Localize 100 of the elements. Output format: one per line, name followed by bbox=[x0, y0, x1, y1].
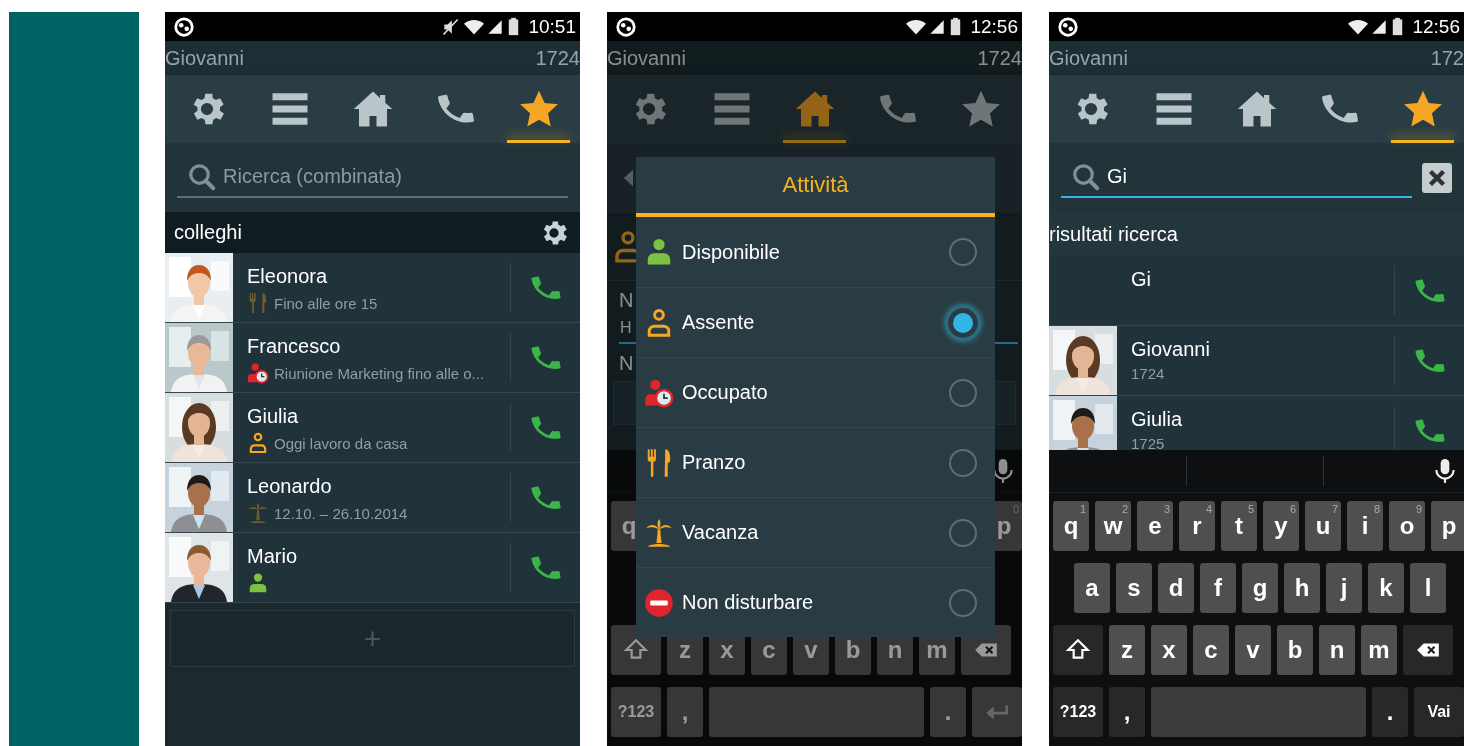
contact-row[interactable]: Francesco Riunione Marketing fino alle o... bbox=[165, 323, 580, 393]
field-label: N bbox=[618, 288, 635, 312]
extension-number: 1724 bbox=[977, 46, 1022, 70]
signal-icon bbox=[1371, 17, 1388, 36]
palm-tree-icon bbox=[247, 502, 269, 524]
status-note: Fino alle ore 15 bbox=[274, 294, 378, 312]
contact-name: Eleonora bbox=[247, 265, 329, 288]
status-time: 12:56 bbox=[970, 15, 1018, 38]
keyboard-key[interactable]: m bbox=[1361, 625, 1397, 675]
extension-number: 1724 bbox=[535, 46, 580, 70]
key-hint: 1 bbox=[1079, 503, 1086, 515]
status-note: 1725 bbox=[1131, 435, 1165, 450]
radio-button[interactable] bbox=[949, 588, 977, 617]
section-title: risultati ricerca bbox=[1049, 222, 1178, 246]
clear-button[interactable] bbox=[1422, 162, 1452, 193]
radio-button[interactable] bbox=[949, 238, 977, 266]
option-row[interactable]: Non disturbare bbox=[636, 567, 995, 637]
dialog-title: Attività bbox=[636, 157, 995, 217]
shift-key[interactable] bbox=[1053, 625, 1103, 675]
signal-icon bbox=[929, 17, 946, 36]
backspace-key[interactable] bbox=[1403, 625, 1453, 675]
search-field[interactable]: Ricerca (combinata) bbox=[223, 165, 564, 188]
contact-name: Gi bbox=[1131, 268, 1152, 291]
battery-icon bbox=[950, 17, 962, 36]
keyboard-key[interactable]: . bbox=[930, 687, 966, 737]
keyboard-key[interactable]: z bbox=[1109, 625, 1145, 675]
contact-name: Giulia bbox=[247, 405, 300, 428]
keyboard-key[interactable]: e 3 bbox=[1137, 501, 1173, 551]
person-icon bbox=[247, 572, 269, 594]
keyboard-key[interactable]: n bbox=[1319, 625, 1355, 675]
contact-row[interactable]: Eleonora Fino alle ore 15 bbox=[165, 253, 580, 323]
radio-button[interactable] bbox=[949, 448, 977, 477]
battery-icon bbox=[508, 17, 520, 36]
option-row[interactable]: Assente bbox=[636, 287, 995, 357]
battery-icon bbox=[1392, 17, 1404, 36]
option-row[interactable]: Disponibile bbox=[636, 217, 995, 287]
option-label: Assente bbox=[682, 311, 756, 334]
key-hint: 4 bbox=[1205, 503, 1212, 515]
keyboard-key[interactable]: u 7 bbox=[1305, 501, 1341, 551]
keyboard-key[interactable]: v bbox=[1235, 625, 1271, 675]
contact-row[interactable]: Gi bbox=[1049, 256, 1464, 326]
key-hint: 9 bbox=[1415, 503, 1422, 515]
keyboard-key[interactable]: r 4 bbox=[1179, 501, 1215, 551]
keyboard-key[interactable]: s bbox=[1116, 563, 1152, 613]
symbols-key[interactable]: ?123 bbox=[611, 687, 661, 737]
keyboard-key[interactable]: y 6 bbox=[1263, 501, 1299, 551]
contact-row[interactable]: Mario bbox=[165, 533, 580, 603]
keyboard-key[interactable]: c bbox=[1193, 625, 1229, 675]
search-bar[interactable]: Gi bbox=[1061, 157, 1412, 198]
keyboard-key[interactable]: q 1 bbox=[1053, 501, 1089, 551]
go-key[interactable]: Vai bbox=[1414, 687, 1464, 737]
key-hint: 2 bbox=[1121, 503, 1128, 515]
contact-name: Giovanni bbox=[1131, 338, 1211, 361]
search-panel[interactable]: Ricerca (combinata) bbox=[165, 143, 580, 212]
search-bar[interactable]: Ricerca (combinata) bbox=[177, 157, 568, 198]
keyboard-key[interactable]: j bbox=[1326, 563, 1362, 613]
option-label: Disponibile bbox=[682, 240, 781, 264]
search-field[interactable]: Gi bbox=[1107, 165, 1408, 188]
keyboard-key[interactable]: p bbox=[1431, 501, 1464, 551]
keyboard-key[interactable]: , bbox=[667, 687, 703, 737]
option-row[interactable]: Pranzo bbox=[636, 427, 995, 497]
key-hint: 5 bbox=[1247, 503, 1254, 515]
search-icon bbox=[1071, 161, 1101, 192]
keyboard-key[interactable]: b bbox=[1277, 625, 1313, 675]
keyboard-key[interactable]: t 5 bbox=[1221, 501, 1257, 551]
status-note: Riunione Marketing fino alle o... bbox=[274, 364, 485, 382]
radio-button[interactable] bbox=[949, 378, 977, 407]
keyboard-key[interactable]: g bbox=[1242, 563, 1278, 613]
keyboard-key[interactable]: f bbox=[1200, 563, 1236, 613]
person-clock-icon bbox=[247, 362, 269, 384]
keyboard-key[interactable]: i 8 bbox=[1347, 501, 1383, 551]
app-logo-icon bbox=[173, 15, 195, 38]
keyboard-key[interactable]: h bbox=[1284, 563, 1320, 613]
keyboard-key[interactable]: x bbox=[1151, 625, 1187, 675]
contact-row[interactable]: Leonardo 12.10. – 26.10.2014 bbox=[165, 463, 580, 533]
radio-button[interactable] bbox=[949, 518, 977, 547]
keyboard-key[interactable]: o 9 bbox=[1389, 501, 1425, 551]
status-time: 10:51 bbox=[528, 15, 576, 38]
radio-button[interactable] bbox=[946, 305, 980, 340]
section-title: colleghi bbox=[174, 221, 242, 244]
contact-name: Giulia bbox=[1131, 408, 1184, 431]
contact-name: Leonardo bbox=[247, 475, 333, 498]
keyboard-key[interactable]: l bbox=[1410, 563, 1446, 613]
contact-row[interactable]: Giulia 1725 bbox=[1049, 396, 1464, 450]
contact-row[interactable]: Giulia Oggi lavoro da casa bbox=[165, 393, 580, 463]
keyboard-key[interactable]: . bbox=[1372, 687, 1408, 737]
keyboard-key[interactable]: , bbox=[1109, 687, 1145, 737]
option-row[interactable]: Occupato bbox=[636, 357, 995, 427]
key-hint: 6 bbox=[1289, 503, 1296, 515]
option-row[interactable]: Vacanza bbox=[636, 497, 995, 567]
keyboard-key[interactable]: k bbox=[1368, 563, 1404, 613]
field-label: N bbox=[618, 351, 635, 375]
keyboard-key[interactable]: w 2 bbox=[1095, 501, 1131, 551]
microphone-icon[interactable] bbox=[1432, 458, 1458, 484]
search-panel[interactable]: Gi bbox=[1049, 143, 1464, 212]
extension-number: 172 bbox=[1430, 46, 1464, 70]
symbols-key[interactable]: ?123 bbox=[1053, 687, 1103, 737]
keyboard-key[interactable]: a bbox=[1074, 563, 1110, 613]
contact-row[interactable]: Giovanni 1724 bbox=[1049, 326, 1464, 396]
keyboard-key[interactable]: d bbox=[1158, 563, 1194, 613]
